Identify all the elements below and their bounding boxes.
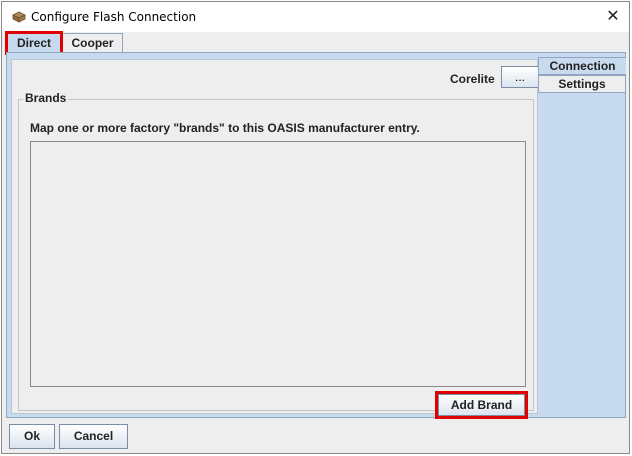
top-tab-strip: Direct Cooper	[2, 32, 629, 52]
window-title: Configure Flash Connection	[31, 10, 197, 24]
brands-group: Brands Map one or more factory "brands" …	[18, 91, 534, 411]
close-icon[interactable]: ✕	[603, 7, 623, 27]
brands-group-title: Brands	[23, 91, 69, 105]
tab-direct[interactable]: Direct	[7, 33, 61, 52]
tab-content-area: Corelite ... Brands Map one or more fact…	[6, 52, 626, 419]
tab-settings[interactable]: Settings	[538, 75, 626, 93]
tab-connection[interactable]: Connection	[538, 57, 626, 75]
add-brand-button[interactable]: Add Brand	[438, 394, 525, 416]
side-tab-strip: Connection Settings	[538, 57, 626, 97]
brands-instruction: Map one or more factory "brands" to this…	[30, 121, 420, 135]
app-icon	[12, 11, 26, 23]
title-bar: Configure Flash Connection ✕	[2, 2, 629, 32]
dialog-window: Configure Flash Connection ✕ Direct Coop…	[1, 1, 630, 454]
brands-panel: Corelite ... Brands Map one or more fact…	[11, 59, 539, 419]
manufacturer-label: Corelite	[450, 72, 495, 86]
cancel-button[interactable]: Cancel	[59, 424, 128, 449]
tab-cooper[interactable]: Cooper	[62, 33, 123, 52]
ok-button[interactable]: Ok	[9, 424, 55, 449]
dialog-button-bar: Ok Cancel	[2, 419, 629, 453]
browse-button[interactable]: ...	[501, 66, 539, 88]
brands-list[interactable]	[30, 141, 526, 387]
